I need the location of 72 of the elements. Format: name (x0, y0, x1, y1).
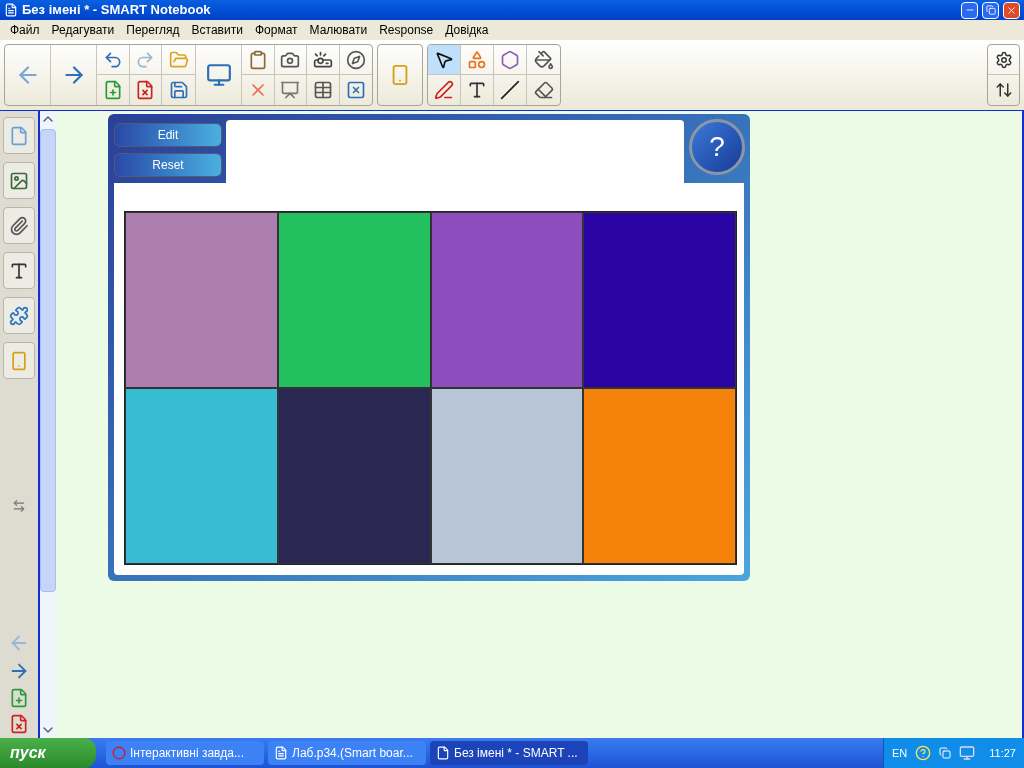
eraser-icon (533, 80, 554, 100)
paste-button[interactable] (242, 45, 275, 75)
save-icon (168, 80, 189, 100)
page-sorter-icon (9, 125, 29, 146)
color-tile[interactable] (277, 212, 431, 388)
undo-button[interactable] (97, 45, 130, 75)
menu-item[interactable]: Малювати (303, 21, 374, 39)
start-button[interactable]: пуск (0, 738, 96, 768)
app-icon (274, 746, 288, 760)
properties-tab[interactable] (3, 252, 35, 289)
app-icon (4, 3, 18, 17)
scroll-thumb[interactable] (40, 129, 56, 592)
color-tile[interactable] (430, 388, 584, 564)
add-page-icon[interactable] (9, 688, 29, 708)
add-ons-tab[interactable] (3, 297, 35, 334)
window-title: Без імені * - SMART Notebook (22, 1, 212, 20)
gallery-icon (9, 170, 29, 191)
attachments-icon (9, 215, 29, 236)
document-camera-button[interactable] (307, 45, 340, 75)
delete-page-icon[interactable] (9, 714, 29, 734)
open-icon (168, 49, 189, 70)
menu-item[interactable]: Довідка (439, 21, 495, 39)
text-icon (467, 80, 487, 100)
delete-page-icon (135, 80, 156, 100)
help-button[interactable]: ? (689, 119, 745, 175)
edit-button[interactable]: Edit (114, 123, 222, 147)
color-tile[interactable] (430, 212, 584, 388)
redo-icon (135, 49, 156, 70)
menu-item[interactable]: Файл (4, 21, 46, 39)
close-button[interactable] (1003, 1, 1020, 19)
table-icon (312, 80, 333, 100)
color-tile[interactable] (583, 212, 736, 388)
toolbar-position-icon (994, 81, 1013, 99)
language-indicator[interactable]: EN (892, 744, 908, 762)
clock: 11:27 (988, 745, 1016, 761)
color-tile[interactable] (277, 388, 431, 564)
pointer-tool-button[interactable] (428, 45, 461, 75)
screen-icon (205, 62, 232, 88)
hexagon-tool-button[interactable] (494, 45, 527, 75)
help-icon[interactable] (915, 745, 932, 761)
taskbar-item[interactable]: Інтерактивні завда... (106, 741, 264, 765)
restore-button[interactable] (982, 1, 999, 19)
gallery-tab[interactable] (3, 162, 35, 199)
color-tile[interactable] (125, 388, 278, 564)
hexagon-icon (500, 49, 520, 70)
app-icon (436, 746, 450, 760)
reset-button[interactable]: Reset (114, 153, 222, 177)
taskbar-item[interactable]: Без імені * - SMART ... (430, 741, 588, 765)
scrollbar[interactable] (40, 111, 56, 738)
attachments-tab[interactable] (3, 207, 35, 244)
menu-item[interactable]: Редагувати (45, 21, 121, 39)
line-icon (500, 80, 520, 100)
paint-bucket-icon (533, 49, 554, 70)
pen-icon (434, 80, 454, 100)
color-tile[interactable] (125, 212, 278, 388)
taskbar-item[interactable]: Лаб.р34.(Smart boar... (268, 741, 426, 765)
minimize-button[interactable] (961, 1, 978, 19)
settings-icon (994, 50, 1013, 69)
menu-item[interactable]: Вставити (185, 21, 249, 39)
camera-button[interactable] (274, 45, 307, 75)
close-icon (1006, 4, 1017, 16)
color-tile[interactable] (583, 388, 736, 564)
restore-icon (985, 5, 996, 15)
shapes-icon (467, 49, 487, 70)
resize-icon (12, 498, 26, 513)
menu-item[interactable]: Response (373, 21, 440, 39)
menu-item[interactable]: Перегляд (120, 21, 186, 39)
app-icon (112, 746, 126, 760)
undo-icon (102, 49, 123, 70)
menu-item[interactable]: Формат (248, 21, 304, 39)
compass-icon (345, 49, 366, 70)
add-ons-icon (9, 305, 29, 326)
